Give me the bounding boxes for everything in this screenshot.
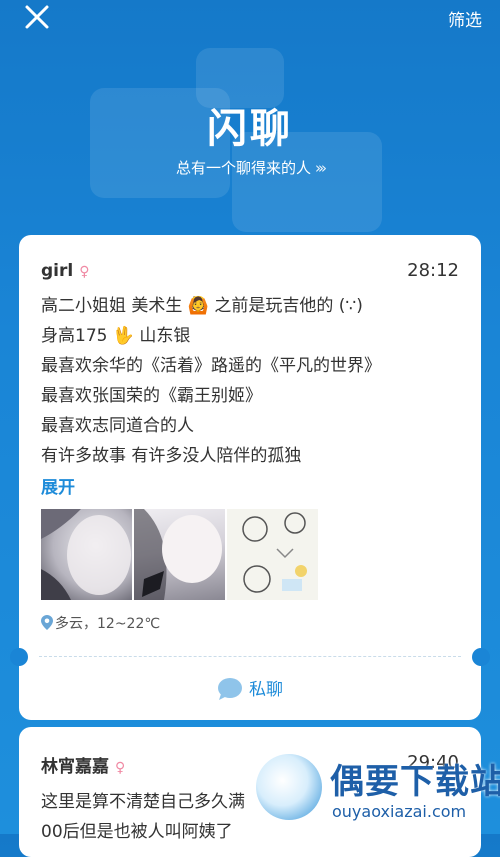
post-line: 高二小姐姐 美术生 🙆 之前是玩吉他的 (∵) xyxy=(41,296,363,316)
subtitle-text: 总有一个聊得来的人 xyxy=(175,159,311,177)
filter-button[interactable]: 筛选 xyxy=(448,6,482,31)
post-line: 身高175 🖖 山东银 xyxy=(41,326,191,346)
female-icon: ♀ xyxy=(79,264,90,280)
card-notch-right xyxy=(472,648,490,666)
post-line: 00后但是也被人叫阿姨了 xyxy=(41,822,233,842)
photo-thumbnail[interactable] xyxy=(134,509,225,600)
private-chat-label: 私聊 xyxy=(249,680,283,700)
page-title: 闪聊 xyxy=(207,106,293,152)
private-chat-button[interactable]: 私聊 xyxy=(19,675,481,701)
chat-bubble-icon xyxy=(218,678,242,700)
author-name: girl xyxy=(41,261,74,281)
post-author[interactable]: girl ♀ xyxy=(41,261,89,281)
female-icon: ♀ xyxy=(115,760,126,776)
watermark: 偶要下载站 ouyaoxiazai.com xyxy=(256,752,500,834)
expand-link[interactable]: 展开 xyxy=(41,473,75,498)
post-author[interactable]: 林宵嘉嘉 ♀ xyxy=(41,752,125,777)
post-line: 最喜欢张国荣的《霸王别姬》 xyxy=(41,386,262,406)
location-text: 多云，12~22℃ xyxy=(55,616,161,632)
watermark-logo-icon xyxy=(256,754,322,820)
post-card: girl ♀ 28:12 高二小姐姐 美术生 🙆 之前是玩吉他的 (∵) 身高17… xyxy=(10,235,490,720)
chevrons-right-icon: ››› xyxy=(315,159,327,177)
close-button[interactable] xyxy=(24,4,50,30)
post-line: 最喜欢余华的《活着》路遥的《平凡的世界》 xyxy=(41,356,381,376)
author-name: 林宵嘉嘉 xyxy=(41,757,109,777)
post-line: 有许多故事 有许多没人陪伴的孤独 xyxy=(41,446,302,466)
post-timer: 28:12 xyxy=(407,260,459,281)
post-line: 这里是算不清楚自己多久满 xyxy=(41,792,245,812)
location-pin-icon xyxy=(41,615,53,630)
post-content: 高二小姐姐 美术生 🙆 之前是玩吉他的 (∵) 身高175 🖖 山东银 最喜欢余… xyxy=(41,291,461,471)
watermark-url: ouyaoxiazai.com xyxy=(332,802,467,821)
post-line: 最喜欢志同道合的人 xyxy=(41,416,194,436)
watermark-brand: 偶要下载站 xyxy=(330,762,500,802)
location-info: 多云，12~22℃ xyxy=(41,613,160,633)
page-subtitle: 总有一个聊得来的人 ››› xyxy=(0,157,500,178)
card-divider xyxy=(39,656,461,657)
photo-thumbnail[interactable] xyxy=(227,509,318,600)
card-notch-left xyxy=(10,648,28,666)
close-icon xyxy=(25,5,49,29)
photo-thumbnail[interactable] xyxy=(41,509,132,600)
